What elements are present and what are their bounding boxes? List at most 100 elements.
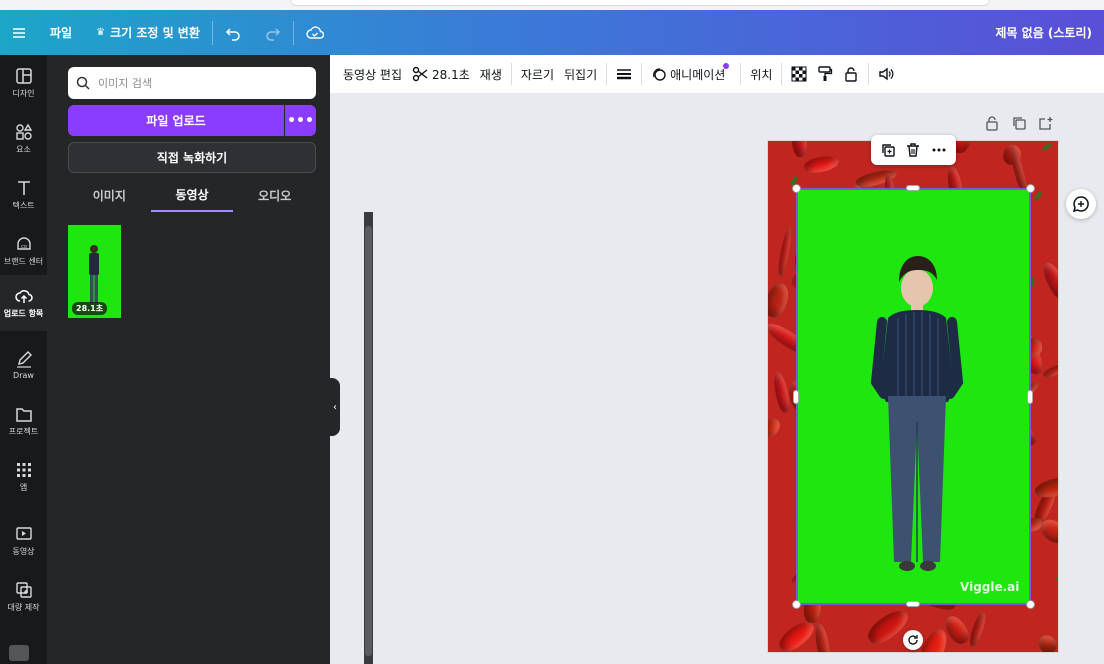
scrollbar-thumb[interactable] <box>365 226 372 656</box>
document-title[interactable]: 제목 없음 (스토리) <box>995 10 1092 55</box>
pepper-shape <box>768 415 783 440</box>
rail-item-8[interactable]: 동영상 <box>0 513 47 569</box>
resize-handle-bottom-right[interactable] <box>1026 600 1035 609</box>
lock-button[interactable] <box>838 55 864 93</box>
tab-images[interactable]: 이미지 <box>68 179 151 212</box>
address-bar[interactable] <box>290 0 990 6</box>
rail-item-1[interactable]: 요소 <box>0 111 47 167</box>
rail-item-label: 대량 제작 <box>7 603 40 612</box>
pen-icon <box>16 351 32 368</box>
more-icon[interactable] <box>931 142 947 158</box>
rail-item-2[interactable]: 텍스트 <box>0 167 47 223</box>
rail-item-label: 프로젝트 <box>8 427 39 436</box>
position-button[interactable]: 위치 <box>745 55 777 93</box>
pepper-shape <box>1041 359 1058 380</box>
rail-item-label: 앱 <box>19 483 28 492</box>
edit-video-button[interactable]: 동영상 편집 <box>338 55 407 93</box>
page-actions <box>984 115 1054 131</box>
upload-more-button[interactable]: ••• <box>285 105 316 136</box>
cloud-upload-icon <box>14 290 33 303</box>
cloud-check-icon <box>306 25 324 39</box>
rail-item-4[interactable]: 업로드 항목 <box>0 275 47 331</box>
pepper-shape <box>1035 631 1058 652</box>
pepper-shape <box>776 226 794 277</box>
rail-item-6[interactable]: 프로젝트 <box>0 393 47 449</box>
lines-icon <box>617 69 632 80</box>
divider <box>740 63 742 85</box>
resize-handle-bottom[interactable] <box>906 601 920 607</box>
divider <box>606 63 608 85</box>
duplicate-page-icon[interactable] <box>1011 115 1027 131</box>
video-thumbnail[interactable]: 28.1초 <box>68 225 121 318</box>
trim-button[interactable]: 28.1초 <box>407 55 475 93</box>
upload-file-button[interactable]: 파일 업로드 <box>68 105 284 136</box>
resize-handle-left[interactable] <box>793 390 799 404</box>
rail-extra-thumbnail[interactable] <box>9 645 29 661</box>
save-status-button[interactable] <box>294 10 336 55</box>
chevron-left-icon: ‹ <box>333 401 337 413</box>
resize-button[interactable]: ♛ 크기 조정 및 변환 <box>84 10 212 55</box>
collapse-panel-button[interactable]: ‹ <box>330 378 340 436</box>
speaker-icon <box>879 67 894 81</box>
duration-badge: 28.1초 <box>72 302 108 315</box>
rail-item-label: 업로드 항목 <box>3 309 44 318</box>
transparency-button[interactable] <box>786 55 812 93</box>
tab-audio[interactable]: 오디오 <box>233 179 316 212</box>
animate-button[interactable]: 애니메이션 <box>646 55 736 93</box>
play-button[interactable]: 재생 <box>475 55 507 93</box>
divider <box>781 63 783 85</box>
resize-handle-top[interactable] <box>906 185 920 191</box>
lock-page-icon[interactable] <box>984 115 1000 131</box>
rotate-handle[interactable] <box>903 630 923 650</box>
file-menu[interactable]: 파일 <box>38 10 84 55</box>
resize-handle-right[interactable] <box>1027 390 1033 404</box>
rail-item-5[interactable]: Draw <box>0 337 47 393</box>
flip-button[interactable]: 뒤집기 <box>559 55 602 93</box>
undo-button[interactable] <box>213 10 253 55</box>
rail-item-3[interactable]: co 브랜드 센터 <box>0 223 47 279</box>
duplicate-icon[interactable] <box>880 142 896 158</box>
add-page-icon[interactable] <box>1038 115 1054 131</box>
menu-button[interactable] <box>0 10 38 55</box>
pepper-shape <box>967 610 989 648</box>
trash-icon[interactable] <box>905 142 921 158</box>
transparency-icon <box>791 66 807 82</box>
pepper-shape <box>790 141 808 159</box>
crown-icon: ♛ <box>96 27 106 38</box>
pepper-shape <box>812 622 832 652</box>
pepper-shape <box>768 280 793 321</box>
viggle-watermark: Viggle.ai <box>960 580 1020 594</box>
border-style-button[interactable] <box>611 55 637 93</box>
panel-scrollbar[interactable] <box>364 212 373 664</box>
crop-button[interactable]: 자르기 <box>516 55 559 93</box>
apps-icon <box>16 463 31 477</box>
shapes-icon <box>15 123 32 140</box>
volume-button[interactable] <box>873 55 899 93</box>
redo-button[interactable] <box>253 10 293 55</box>
resize-handle-top-left[interactable] <box>792 184 801 193</box>
duration-label: 28.1초 <box>432 67 470 82</box>
paint-roller-icon <box>818 66 833 81</box>
video-icon <box>15 527 32 540</box>
browser-strip <box>0 0 1104 10</box>
copy-style-button[interactable] <box>812 55 838 93</box>
search-placeholder: 이미지 검색 <box>98 77 153 90</box>
pepper-stem <box>1042 142 1053 152</box>
rail-item-label: 요소 <box>16 145 31 154</box>
rail-item-9[interactable]: 대량 제작 <box>0 569 47 625</box>
tab-videos[interactable]: 동영상 <box>150 179 234 212</box>
rail-item-7[interactable]: 앱 <box>0 449 47 505</box>
layout-icon <box>15 68 32 84</box>
search-input[interactable]: 이미지 검색 <box>68 67 316 99</box>
rail-item-0[interactable]: 디자인 <box>0 55 47 111</box>
add-comment-button[interactable] <box>1066 189 1096 219</box>
record-yourself-button[interactable]: 직접 녹화하기 <box>68 142 316 173</box>
selected-video-element[interactable] <box>796 188 1031 605</box>
top-bar: 파일 ♛ 크기 조정 및 변환 제목 없음 (스토리) <box>0 10 1104 55</box>
resize-handle-bottom-left[interactable] <box>792 600 801 609</box>
pepper-shape <box>803 153 841 175</box>
resize-handle-top-right[interactable] <box>1026 184 1035 193</box>
rotate-icon <box>908 635 918 645</box>
divider <box>868 63 870 85</box>
animate-label: 애니메이션 <box>670 67 726 82</box>
